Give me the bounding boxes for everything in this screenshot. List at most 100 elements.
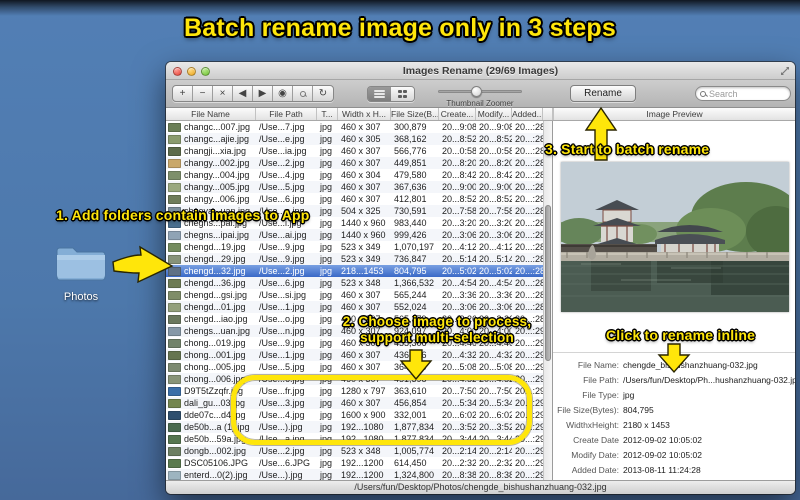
refresh-button[interactable]: ↻ — [313, 86, 333, 101]
remove-button[interactable]: − — [193, 86, 213, 101]
titlebar[interactable]: Images Rename (29/69 Images) — [166, 62, 795, 80]
table-row[interactable]: changy...004.jpg/Use...4.jpg jpg 460 x 304… — [166, 169, 543, 181]
list-view-button[interactable] — [368, 87, 391, 101]
cell-type: jpg — [320, 266, 333, 276]
minimize-window-icon[interactable] — [187, 67, 196, 76]
zoomer-slider-knob[interactable] — [471, 86, 482, 97]
search-icon — [700, 90, 706, 97]
cell-size: 436,966 — [394, 350, 427, 360]
cell-modify: 20...4:12 — [479, 242, 512, 252]
search-button[interactable] — [293, 86, 313, 101]
grid-view-button[interactable] — [391, 87, 414, 101]
detail-separator — [553, 352, 795, 353]
cell-added: 20...:28 — [515, 230, 543, 240]
column-header-name[interactable]: File Name — [166, 108, 256, 120]
cell-size: 999,426 — [394, 230, 427, 240]
close-window-icon[interactable] — [173, 67, 182, 76]
list-view-icon — [374, 90, 385, 98]
cell-added: 20...:28 — [515, 290, 543, 300]
table-row[interactable]: changc...007.jpg/Use...7.jpg jpg 460 x 307… — [166, 121, 543, 133]
cell-path: /Use...2.jpg — [259, 158, 305, 168]
cell-name: changc...ajie.jpg — [166, 133, 256, 145]
detail-row: Modify Date: 2012-09-02 10:05:02 — [553, 448, 795, 463]
fullscreen-icon[interactable] — [780, 66, 790, 76]
search-field[interactable] — [695, 86, 791, 101]
table-row[interactable]: chegns...ipai.jpg/Use...ai.jpg jpg 1440 x … — [166, 229, 543, 241]
photos-folder[interactable]: Photos — [44, 243, 118, 303]
cell-type: jpg — [320, 230, 333, 240]
table-row[interactable]: chong...005.jpg/Use...5.jpg jpg 460 x 307 3… — [166, 361, 543, 373]
table-row[interactable]: chengd...29.jpg/Use...9.jpg jpg 523 x 349 7… — [166, 253, 543, 265]
table-scrollbar[interactable] — [543, 121, 552, 480]
preview-eye-button[interactable]: ◉ — [273, 86, 293, 101]
column-header-modify[interactable]: Modify... — [476, 108, 512, 120]
detail-value[interactable]: jpg — [619, 388, 634, 403]
detail-value[interactable]: 2013-08-11 11:24:28 — [619, 463, 701, 478]
table-row[interactable]: chengd...32.jpg/Use...2.jpg jpg 218...1453… — [166, 265, 543, 277]
table-row[interactable]: chong...001.jpg/Use...1.jpg jpg 460 x 307 4… — [166, 349, 543, 361]
column-header-size[interactable]: File Size(B... — [391, 108, 439, 120]
table-row[interactable]: chengd...gsi.jpg/Use...si.jpg jpg 460 x 30… — [166, 289, 543, 301]
multi-selection-highlight-box — [231, 375, 532, 445]
file-thumbnail — [168, 158, 181, 168]
delete-button[interactable]: × — [213, 86, 233, 101]
table-row[interactable]: chengd...36.jpg/Use...6.jpg jpg 523 x 348 1… — [166, 277, 543, 289]
zoomer-slider[interactable] — [438, 86, 522, 97]
detail-value[interactable]: 2180 x 1453 — [619, 418, 670, 433]
table-row[interactable]: changy...005.jpg/Use...5.jpg jpg 460 x 307… — [166, 181, 543, 193]
cell-create: 20...4:12 — [442, 242, 476, 252]
cell-added: 20...:28 — [515, 170, 543, 180]
table-row[interactable]: changc...ajie.jpg/Use...e.jpg jpg 460 x 30… — [166, 133, 543, 145]
cell-wh: 192...1200 — [341, 458, 384, 468]
column-header-wh[interactable]: Width x H... — [338, 108, 391, 120]
cell-name: chengd...gsi.jpg — [166, 289, 256, 301]
column-header-type[interactable]: T... — [317, 108, 338, 120]
table-row[interactable]: changji...xia.jpg/Use...ia.jpg jpg 460 x 3… — [166, 145, 543, 157]
cell-name: chong...019.jpg — [166, 337, 256, 349]
cell-type: jpg — [320, 122, 333, 132]
table-row[interactable]: DSC05106.JPG/Use...6.JPG jpg 192...1200 614… — [166, 457, 543, 469]
file-thumbnail — [168, 170, 181, 180]
cell-added: 20...:29 — [515, 470, 543, 480]
previous-button[interactable]: ◀ — [233, 86, 253, 101]
cell-create: 20...3:36 — [442, 290, 476, 300]
table-row[interactable]: chengd...19.jpg/Use...9.jpg jpg 523 x 349 1… — [166, 241, 543, 253]
table-row[interactable]: changy...002.jpg/Use...2.jpg jpg 460 x 307… — [166, 157, 543, 169]
cell-added: 20...:28 — [515, 206, 543, 216]
cell-create: 20...8:42 — [442, 170, 476, 180]
next-button[interactable]: ▶ — [253, 86, 273, 101]
detail-value[interactable]: chengde_bishushanzhuang-032.jpg — [619, 358, 758, 373]
cell-type: jpg — [320, 458, 333, 468]
detail-row: File Type: jpg — [553, 388, 795, 403]
table-row[interactable]: chengd...01.jpg/Use...1.jpg jpg 460 x 307 5… — [166, 301, 543, 313]
detail-value[interactable]: 804,795 — [619, 403, 654, 418]
cell-name: enterd...0(2).jpg — [166, 469, 256, 480]
cell-wh: 460 x 305 — [341, 134, 381, 144]
file-thumbnail — [168, 374, 181, 384]
cell-type: jpg — [320, 182, 333, 192]
column-header-added[interactable]: Added... — [512, 108, 543, 120]
cell-name: chengd...36.jpg — [166, 277, 256, 289]
table-row[interactable]: enterd...0(2).jpg/Use...).jpg jpg 192...12… — [166, 469, 543, 480]
preview-pane: File Name: chengde_bishushanzhuang-032.jp… — [553, 121, 795, 480]
cell-added: 20...:28 — [515, 242, 543, 252]
detail-value[interactable]: /Users/fun/Desktop/Ph...hushanzhuang-032… — [619, 373, 795, 388]
cell-added: 20...:28 — [515, 182, 543, 192]
zoom-window-icon[interactable] — [201, 67, 210, 76]
search-input[interactable] — [709, 88, 786, 99]
cell-modify: 20...7:58 — [479, 206, 512, 216]
cell-wh: 218...1453 — [341, 266, 384, 276]
cell-wh: 1440 x 960 — [341, 230, 386, 240]
detail-value[interactable]: 2012-09-02 10:05:02 — [619, 433, 702, 448]
rename-button[interactable]: Rename — [570, 85, 636, 102]
cell-path: /Use...4.jpg — [259, 170, 305, 180]
status-bar: /Users/fun/Desktop/Photos/chengde_bishus… — [166, 480, 795, 494]
table-row[interactable]: dongb...002.jpg/Use...2.jpg jpg 523 x 348 1… — [166, 445, 543, 457]
column-header-path[interactable]: File Path — [256, 108, 317, 120]
detail-value[interactable]: 2012-09-02 10:05:02 — [619, 448, 702, 463]
add-button[interactable]: + — [173, 86, 193, 101]
column-header-create[interactable]: Create... — [439, 108, 476, 120]
cell-name: chengd...01.jpg — [166, 301, 256, 313]
cell-added: 20...:28 — [515, 266, 543, 276]
table-row[interactable]: changy...006.jpg/Use...6.jpg jpg 460 x 307… — [166, 193, 543, 205]
